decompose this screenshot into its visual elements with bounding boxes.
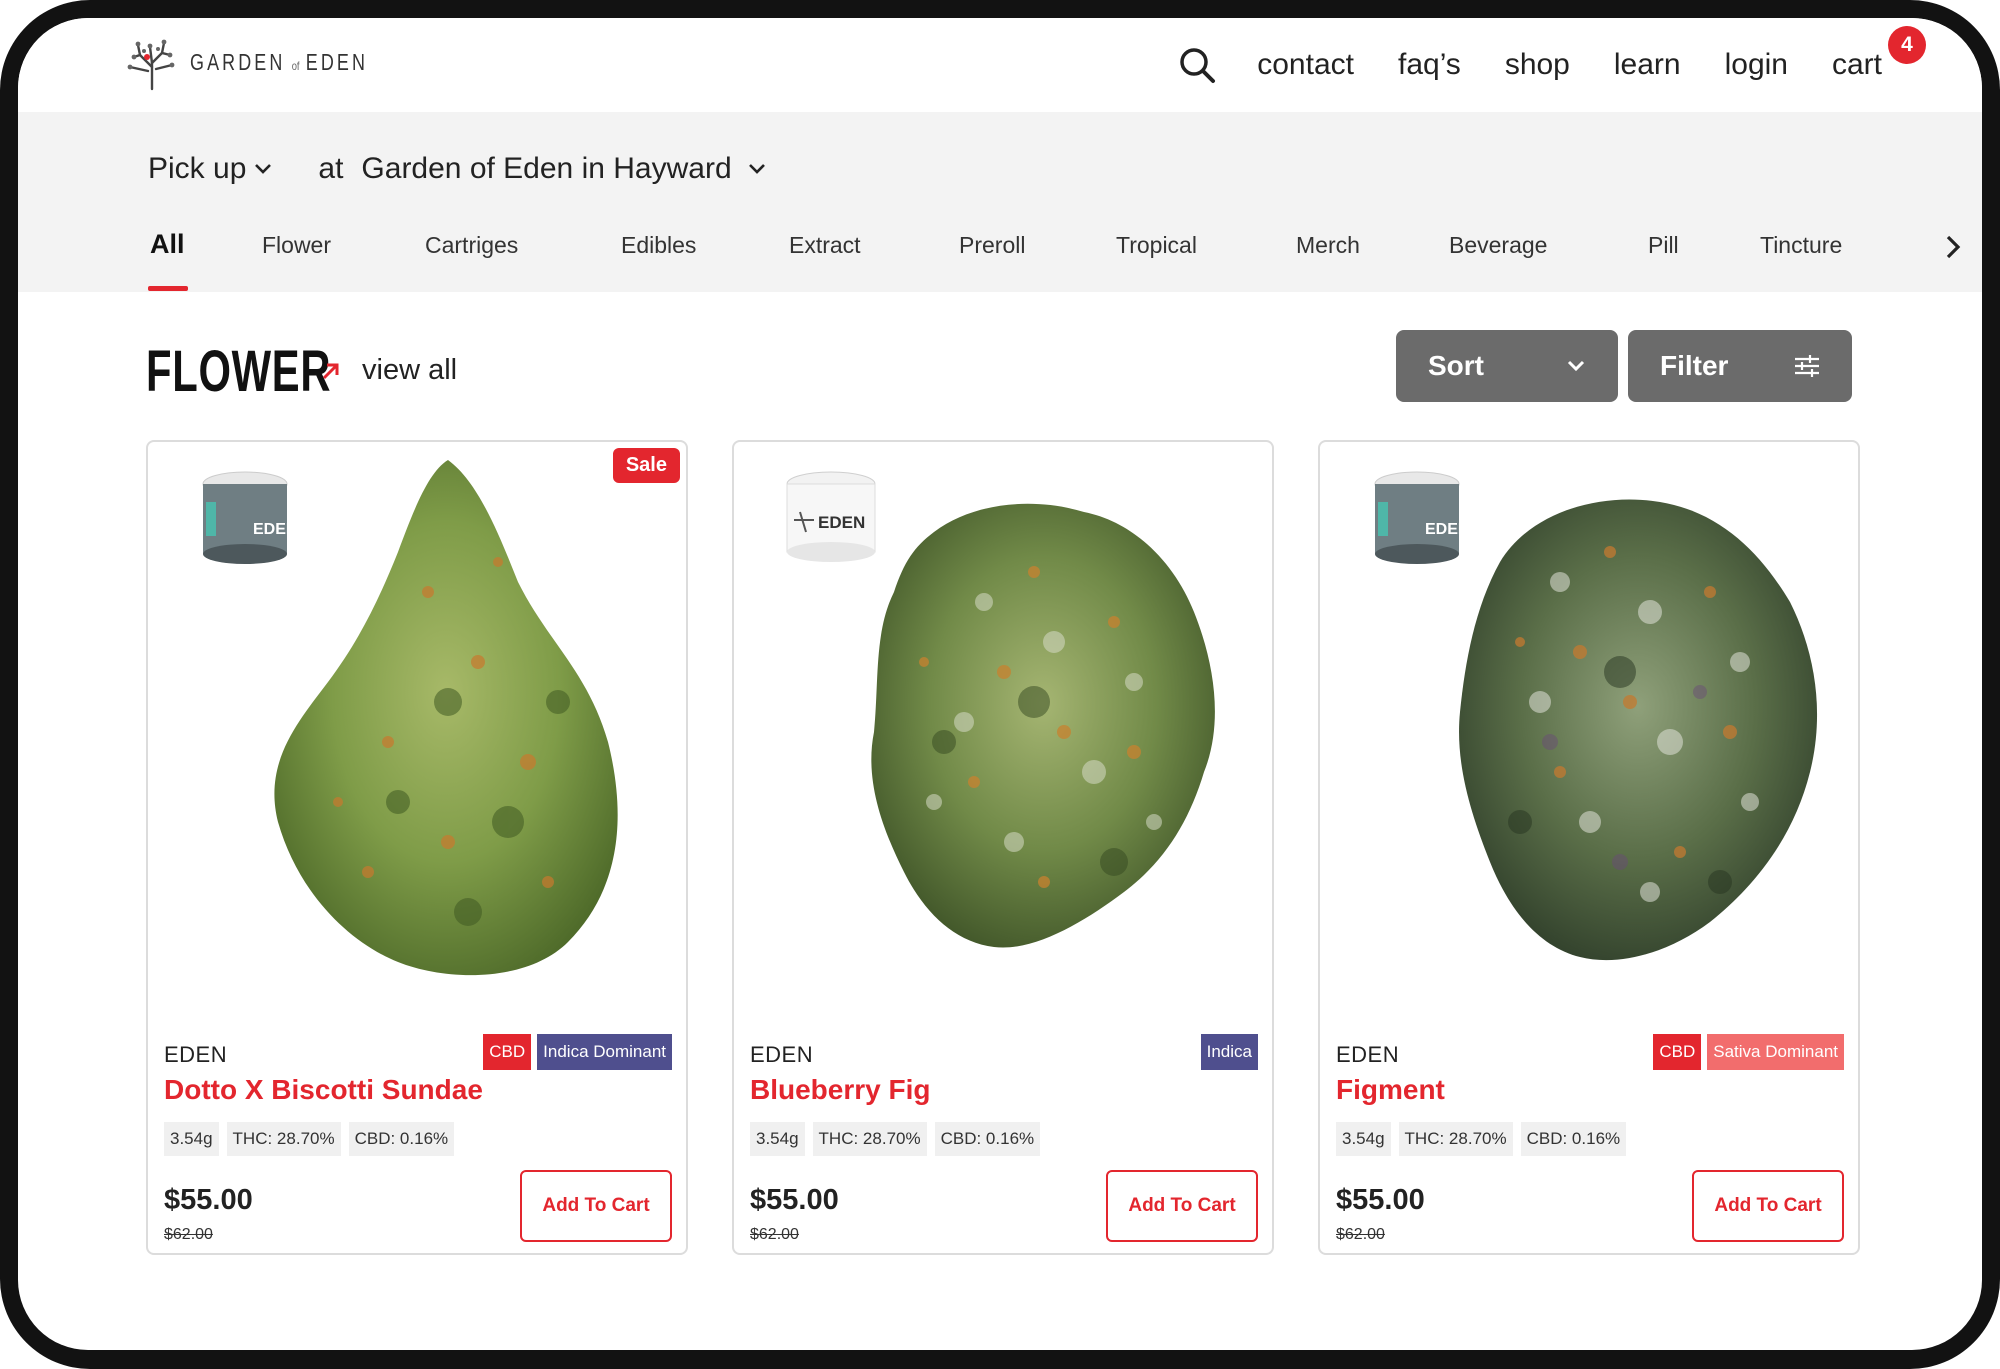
- weight-chip: 3.54g: [1336, 1122, 1391, 1156]
- original-price: $62.00: [1336, 1226, 1385, 1243]
- product-brand: EDEN: [164, 1042, 228, 1067]
- thc-chip: THC: 28.70%: [226, 1122, 341, 1156]
- cart-label: cart: [1831, 48, 1882, 81]
- thc-chip: THC: 28.70%: [1398, 1122, 1513, 1156]
- product-specs: 3.54g THC: 28.70% CBD: 0.16%: [750, 1122, 1048, 1156]
- add-to-cart-button[interactable]: Add To Cart: [1692, 1170, 1844, 1242]
- original-price: $62.00: [164, 1226, 213, 1243]
- cbd-chip: CBD: 0.16%: [348, 1122, 455, 1156]
- cart-count-badge: 4: [1888, 26, 1926, 64]
- product-tags: Indica: [1195, 1034, 1258, 1070]
- location-dropdown[interactable]: Garden of Eden in Hayward: [361, 152, 731, 186]
- product-tags: CBD Indica Dominant: [477, 1034, 672, 1070]
- product-card[interactable]: EDEN EDEN Indica Blueberry Fig 3.54g THC…: [732, 440, 1274, 1255]
- chevron-right-icon[interactable]: [1938, 232, 1968, 262]
- product-card[interactable]: EDEN Sale EDEN CBD Indica Dominant Dotto…: [146, 440, 688, 1255]
- sale-badge: Sale: [612, 448, 680, 483]
- brand-wordmark: GARDEN of EDEN: [190, 49, 368, 76]
- sliders-icon: [1795, 355, 1819, 377]
- tab-tincture[interactable]: Tincture: [1760, 232, 1842, 259]
- tab-tropical[interactable]: Tropical: [1116, 232, 1197, 259]
- section-title: FLOWER: [146, 339, 332, 404]
- svg-text:EDEN: EDEN: [1425, 521, 1469, 538]
- filter-button[interactable]: Filter: [1628, 330, 1852, 402]
- thc-chip: THC: 28.70%: [812, 1122, 927, 1156]
- add-to-cart-button[interactable]: Add To Cart: [1106, 1170, 1258, 1242]
- brand-name-left: GARDEN: [190, 48, 286, 75]
- view-all-link[interactable]: view all: [320, 354, 457, 387]
- nav-shop[interactable]: shop: [1505, 48, 1570, 82]
- tab-edibles[interactable]: Edibles: [621, 232, 696, 259]
- screen: GARDEN of EDEN contact faq’s shop learn …: [18, 18, 1982, 1350]
- search-icon[interactable]: [1177, 45, 1217, 85]
- product-tags: CBD Sativa Dominant: [1647, 1034, 1844, 1070]
- add-to-cart-button[interactable]: Add To Cart: [520, 1170, 672, 1242]
- chevron-down-icon[interactable]: [748, 163, 766, 175]
- tab-beverage[interactable]: Beverage: [1449, 232, 1547, 259]
- pickup-mode-dropdown[interactable]: Pick up: [148, 152, 246, 186]
- nav-learn[interactable]: learn: [1614, 48, 1681, 82]
- nav-login[interactable]: login: [1725, 48, 1788, 82]
- product-image[interactable]: EDEN Sale: [148, 442, 686, 1002]
- category-tabs: All Flower Cartriges Edibles Extract Pre…: [18, 218, 1982, 292]
- tablet-frame: GARDEN of EDEN contact faq’s shop learn …: [0, 0, 2000, 1369]
- arrow-up-right-icon: [322, 363, 339, 379]
- strain-tag: Sativa Dominant: [1707, 1034, 1844, 1070]
- pickup-at-label: at: [318, 152, 344, 185]
- site-header: GARDEN of EDEN contact faq’s shop learn …: [18, 18, 1982, 112]
- svg-text:EDEN: EDEN: [818, 513, 865, 532]
- product-price: $55.00: [1336, 1184, 1425, 1216]
- product-price: $55.00: [750, 1184, 839, 1216]
- sort-button[interactable]: Sort: [1396, 330, 1618, 402]
- tab-merch[interactable]: Merch: [1296, 232, 1360, 259]
- cbd-chip: CBD: 0.16%: [1520, 1122, 1627, 1156]
- brand-name-right: EDEN: [305, 48, 369, 75]
- strain-tag: Indica: [1200, 1034, 1258, 1070]
- original-price: $62.00: [750, 1226, 799, 1243]
- tree-logo-icon: [127, 39, 175, 91]
- cbd-tag: CBD: [483, 1034, 532, 1070]
- pickup-selector: Pick up at Garden of Eden in Hayward: [148, 152, 766, 186]
- chevron-down-icon[interactable]: [254, 163, 272, 175]
- view-all-label: view all: [362, 354, 458, 386]
- nav-contact[interactable]: contact: [1257, 48, 1354, 82]
- product-brand: EDEN: [750, 1042, 814, 1067]
- product-name[interactable]: Dotto X Biscotti Sundae: [164, 1074, 483, 1106]
- tab-preroll[interactable]: Preroll: [959, 232, 1025, 259]
- brand-logo[interactable]: GARDEN of EDEN: [122, 32, 418, 92]
- tab-cartriges[interactable]: Cartriges: [425, 232, 518, 259]
- product-specs: 3.54g THC: 28.70% CBD: 0.16%: [164, 1122, 462, 1156]
- product-specs: 3.54g THC: 28.70% CBD: 0.16%: [1336, 1122, 1634, 1156]
- svg-text:EDEN: EDEN: [253, 521, 297, 538]
- tab-extract[interactable]: Extract: [789, 232, 861, 259]
- nav-cart[interactable]: cart 4: [1831, 26, 1926, 82]
- brand-name-of: of: [291, 58, 300, 73]
- product-brand: EDEN: [1336, 1042, 1400, 1067]
- filter-label: Filter: [1660, 350, 1729, 381]
- cbd-tag: CBD: [1653, 1034, 1702, 1070]
- nav-faqs[interactable]: faq’s: [1398, 48, 1461, 82]
- strain-tag: Indica Dominant: [537, 1034, 672, 1070]
- product-name[interactable]: Figment: [1336, 1074, 1445, 1106]
- sort-label: Sort: [1428, 350, 1484, 381]
- active-tab-indicator: [148, 286, 188, 291]
- main-nav: contact faq’s shop learn login cart 4: [1177, 26, 1926, 87]
- product-name[interactable]: Blueberry Fig: [750, 1074, 930, 1106]
- product-price: $55.00: [164, 1184, 253, 1216]
- weight-chip: 3.54g: [750, 1122, 805, 1156]
- chevron-down-icon: [1567, 360, 1585, 372]
- weight-chip: 3.54g: [164, 1122, 219, 1156]
- product-card[interactable]: EDEN EDEN CBD Sativa Dominant Figment 3.…: [1318, 440, 1860, 1255]
- cbd-chip: CBD: 0.16%: [934, 1122, 1041, 1156]
- tab-all[interactable]: All: [150, 229, 185, 260]
- tab-flower[interactable]: Flower: [262, 232, 331, 259]
- product-image[interactable]: EDEN: [1320, 442, 1858, 1002]
- product-image[interactable]: EDEN: [734, 442, 1272, 1002]
- tab-pill[interactable]: Pill: [1648, 232, 1679, 259]
